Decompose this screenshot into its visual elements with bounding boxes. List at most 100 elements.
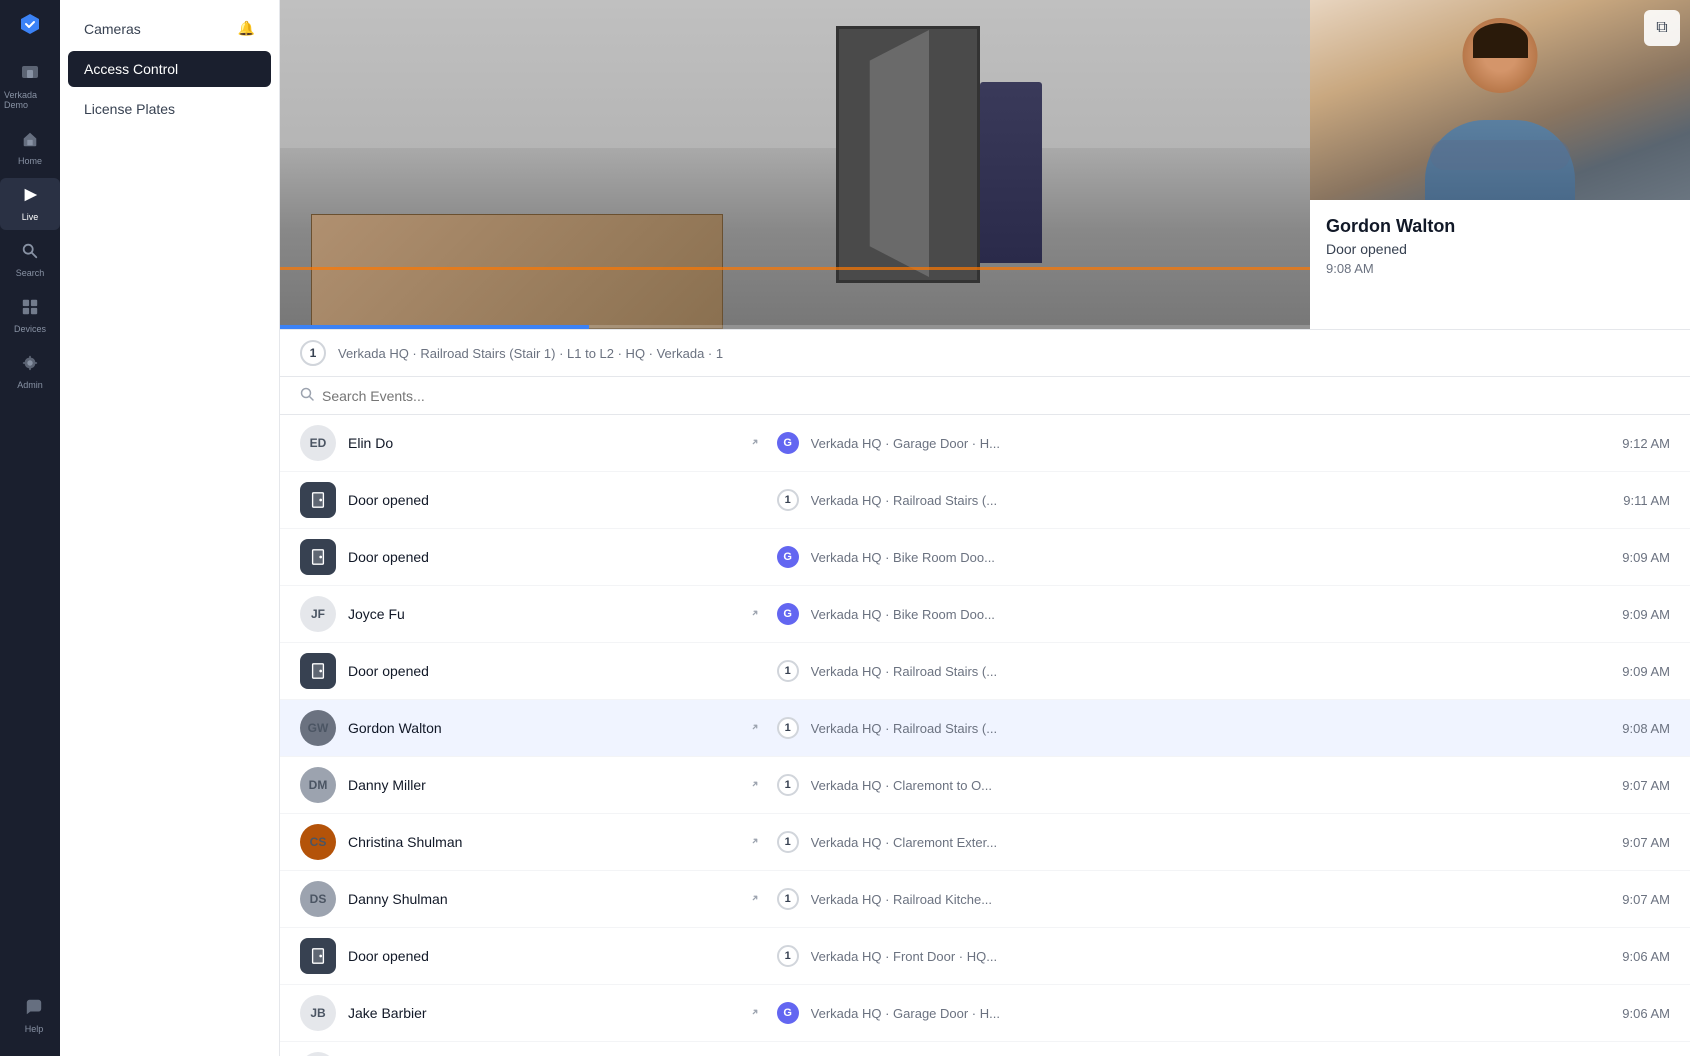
devices-icon [21, 298, 39, 321]
sidebar-item-live-label: Live [22, 212, 39, 222]
event-time: 9:11 AM [1600, 493, 1670, 508]
sidebar-item-devices[interactable]: Devices [0, 290, 60, 342]
event-location-badge: G [777, 1002, 799, 1024]
event-time: 9:07 AM [1600, 892, 1670, 907]
event-name: Door opened [348, 549, 737, 565]
event-link-icon [749, 892, 765, 907]
bell-icon: 🔔 [238, 20, 255, 37]
person-avatar: JB [300, 995, 336, 1031]
copy-icon: ⧉ [1656, 19, 1667, 37]
door-avatar [300, 938, 336, 974]
sidebar-item-help-label: Help [25, 1024, 44, 1034]
menu-item-access-control[interactable]: Access Control [68, 51, 271, 87]
event-name: Door opened [348, 492, 737, 508]
access-control-label: Access Control [84, 61, 178, 77]
event-location-badge: 1 [777, 489, 799, 511]
camera-progress-bar[interactable] [280, 325, 1310, 329]
sidebar-item-live[interactable]: Live [0, 178, 60, 230]
sidebar-item-admin-label: Admin [17, 380, 43, 390]
event-row[interactable]: Door opened G Verkada HQ · Bike Room Doo… [280, 529, 1690, 586]
org-icon [20, 62, 40, 87]
event-location: Verkada HQ · Railroad Stairs (... [811, 664, 1588, 679]
event-name: Elin Do [348, 435, 737, 451]
location-badge: 1 [300, 340, 326, 366]
event-location-badge: 1 [777, 945, 799, 967]
menu-item-cameras[interactable]: Cameras 🔔 [68, 10, 271, 47]
sidebar-item-org[interactable]: Verkada Demo [0, 54, 60, 118]
person-avatar: GW [300, 710, 336, 746]
camera-boxes [311, 214, 723, 329]
event-row[interactable]: CO Conor O'Laughlin 1 Verkada HQ · Front… [280, 1042, 1690, 1056]
person-card: ⧉ Gordon Walton Door opened 9:08 AM [1310, 0, 1690, 329]
event-name: Danny Miller [348, 777, 737, 793]
event-row[interactable]: JF Joyce Fu G Verkada HQ · Bike Room Doo… [280, 586, 1690, 643]
camera-wall [280, 0, 1310, 148]
events-list: ED Elin Do G Verkada HQ · Garage Door · … [280, 415, 1690, 1056]
event-location-badge: 1 [777, 660, 799, 682]
event-location-badge: G [777, 546, 799, 568]
event-location: Verkada HQ · Garage Door · H... [811, 436, 1588, 451]
search-icon [21, 242, 39, 265]
event-row[interactable]: DM Danny Miller 1 Verkada HQ · Claremont… [280, 757, 1690, 814]
event-location: Verkada HQ · Bike Room Doo... [811, 550, 1588, 565]
sidebar-item-help[interactable]: Help [17, 990, 52, 1042]
event-location: Verkada HQ · Railroad Stairs (... [811, 721, 1588, 736]
person-avatar: CO [300, 1052, 336, 1056]
license-plates-label: License Plates [84, 101, 175, 117]
sidebar: Verkada Demo Home Live Search Devices Ad… [0, 0, 60, 1056]
search-input[interactable] [322, 388, 1670, 404]
sidebar-item-admin[interactable]: Admin [0, 346, 60, 398]
help-icon [25, 998, 43, 1021]
event-time: 9:09 AM [1600, 607, 1670, 622]
event-time: 9:07 AM [1600, 778, 1670, 793]
event-row[interactable]: Door opened 1 Verkada HQ · Railroad Stai… [280, 472, 1690, 529]
camera-floor-line [280, 267, 1310, 270]
event-row[interactable]: CS Christina Shulman 1 Verkada HQ · Clar… [280, 814, 1690, 871]
event-row[interactable]: GW Gordon Walton 1 Verkada HQ · Railroad… [280, 700, 1690, 757]
sidebar-item-devices-label: Devices [14, 324, 46, 334]
event-location: Verkada HQ · Front Door · HQ... [811, 949, 1588, 964]
person-info: Gordon Walton Door opened 9:08 AM [1310, 200, 1690, 292]
event-name: Gordon Walton [348, 720, 737, 736]
event-location-badge: 1 [777, 888, 799, 910]
main-content: ⧉ Gordon Walton Door opened 9:08 AM 1 Ve… [280, 0, 1690, 1056]
event-name: Danny Shulman [348, 891, 737, 907]
sidebar-item-search[interactable]: Search [0, 234, 60, 286]
person-photo-bg [1310, 0, 1690, 200]
event-location: Verkada HQ · Railroad Stairs (... [811, 493, 1588, 508]
sidebar-item-search-label: Search [16, 268, 45, 278]
search-bar-icon [300, 387, 314, 404]
event-row[interactable]: JB Jake Barbier G Verkada HQ · Garage Do… [280, 985, 1690, 1042]
event-link-icon [749, 436, 765, 451]
logo[interactable] [18, 12, 42, 36]
person-avatar: ED [300, 425, 336, 461]
event-link-icon [749, 607, 765, 622]
camera-feed[interactable] [280, 0, 1310, 329]
live-icon [21, 186, 39, 209]
person-photo: ⧉ [1310, 0, 1690, 200]
person-avatar: DM [300, 767, 336, 803]
sidebar-item-home-label: Home [18, 156, 42, 166]
home-icon [21, 130, 39, 153]
event-link-icon [749, 778, 765, 793]
sidebar-item-home[interactable]: Home [0, 122, 60, 174]
person-arms [1430, 140, 1570, 170]
event-time: 9:09 AM [1600, 550, 1670, 565]
person-name: Gordon Walton [1326, 216, 1674, 237]
event-time: 9:07 AM [1600, 835, 1670, 850]
event-name: Door opened [348, 663, 737, 679]
sidebar-item-org-label: Verkada Demo [4, 90, 56, 110]
event-time: 9:09 AM [1600, 664, 1670, 679]
person-head [1463, 18, 1538, 93]
event-location-badge: G [777, 432, 799, 454]
event-row[interactable]: ED Elin Do G Verkada HQ · Garage Door · … [280, 415, 1690, 472]
copy-photo-button[interactable]: ⧉ [1644, 10, 1680, 46]
menu-item-license-plates[interactable]: License Plates [68, 91, 271, 127]
event-row[interactable]: Door opened 1 Verkada HQ · Front Door · … [280, 928, 1690, 985]
top-section: ⧉ Gordon Walton Door opened 9:08 AM [280, 0, 1690, 330]
location-text: Verkada HQ · Railroad Stairs (Stair 1) ·… [338, 346, 723, 361]
event-link-icon [749, 1006, 765, 1021]
event-row[interactable]: Door opened 1 Verkada HQ · Railroad Stai… [280, 643, 1690, 700]
person-avatar: CS [300, 824, 336, 860]
event-row[interactable]: DS Danny Shulman 1 Verkada HQ · Railroad… [280, 871, 1690, 928]
